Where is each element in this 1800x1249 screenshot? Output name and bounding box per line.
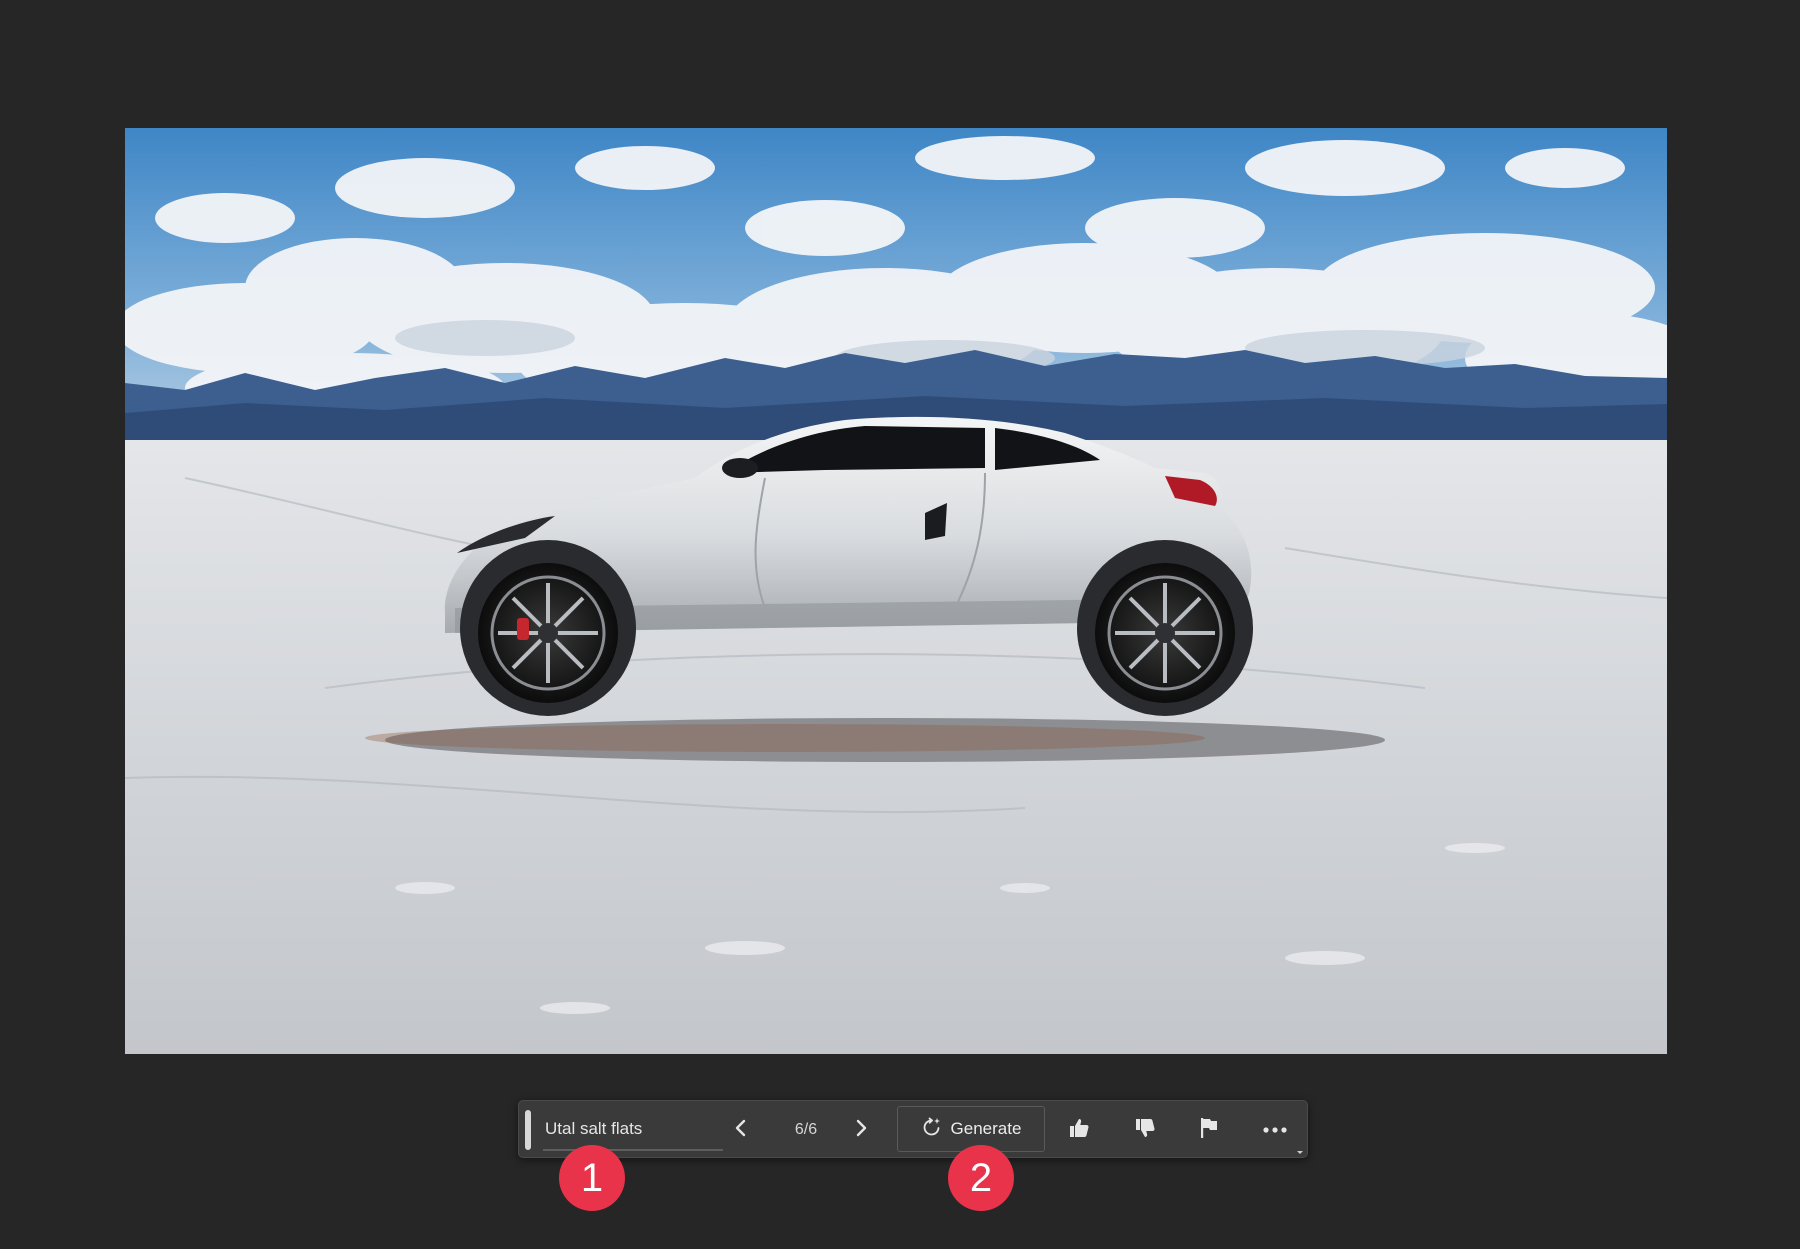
generate-button[interactable]: Generate: [897, 1106, 1045, 1152]
more-options-button[interactable]: [1257, 1113, 1293, 1147]
regenerate-sparkle-icon: [921, 1116, 943, 1143]
chevron-left-icon: [733, 1118, 749, 1143]
callout-badge-1: 1: [559, 1145, 625, 1211]
generated-image[interactable]: [125, 128, 1667, 1054]
contextual-task-bar: Utal salt flats 6/6 Generate: [518, 1100, 1308, 1158]
previous-variation-button[interactable]: [724, 1113, 758, 1147]
chevron-right-icon: [853, 1118, 869, 1143]
like-button[interactable]: [1061, 1113, 1097, 1147]
thumbs-up-icon: [1067, 1116, 1091, 1145]
flag-icon: [1198, 1116, 1220, 1145]
drag-handle[interactable]: [525, 1110, 531, 1150]
thumbs-down-icon: [1133, 1116, 1157, 1145]
canvas-area: Utal salt flats 6/6 Generate 1 2: [0, 0, 1800, 1249]
taskbar-options-caret[interactable]: [1297, 1151, 1303, 1154]
generate-label: Generate: [950, 1119, 1022, 1138]
variation-counter: 6/6: [794, 1121, 818, 1138]
dislike-button[interactable]: [1127, 1113, 1163, 1147]
next-variation-button[interactable]: [844, 1113, 878, 1147]
more-horizontal-icon: [1262, 1121, 1288, 1139]
callout-badge-2: 2: [948, 1145, 1014, 1211]
report-button[interactable]: [1191, 1113, 1227, 1147]
prompt-input[interactable]: Utal salt flats: [543, 1109, 723, 1151]
